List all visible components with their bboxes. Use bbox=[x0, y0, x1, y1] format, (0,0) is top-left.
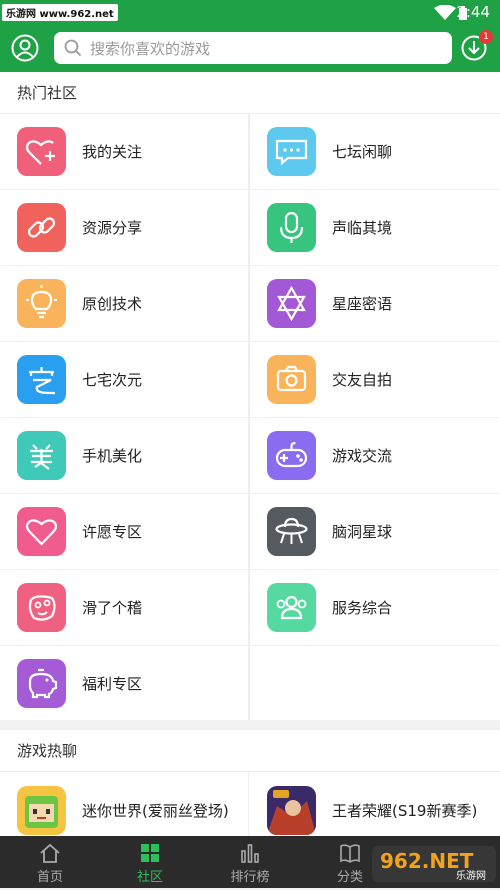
community-label: 福利专区 bbox=[82, 675, 143, 693]
tab-home[interactable]: 首页 bbox=[0, 836, 100, 888]
user-avatar-icon[interactable] bbox=[11, 34, 39, 62]
community-label: 交友自拍 bbox=[332, 371, 393, 389]
mini-world-icon bbox=[17, 786, 66, 835]
tab-label: 社区 bbox=[136, 870, 163, 885]
camera-icon bbox=[267, 355, 316, 404]
community-welfare[interactable]: 福利专区 bbox=[0, 646, 249, 722]
app-header: 搜索你喜欢的游戏 1 bbox=[0, 26, 500, 72]
community-original-tech[interactable]: 原创技术 bbox=[0, 266, 249, 342]
clock: 2:44 bbox=[456, 3, 490, 21]
game-label: 王者荣耀(S19新赛季) bbox=[332, 802, 478, 820]
bar-chart-icon bbox=[241, 844, 259, 863]
community-label: 滑了个稽 bbox=[82, 599, 143, 617]
community-wish[interactable]: 许愿专区 bbox=[0, 494, 249, 570]
community-label: 我的关注 bbox=[82, 143, 143, 161]
community-label: 七坛闲聊 bbox=[332, 143, 393, 161]
status-bar: 乐游网 www.962.net 2:44 bbox=[0, 0, 500, 26]
otaku-icon bbox=[17, 355, 66, 404]
honor-of-kings-icon bbox=[267, 786, 316, 835]
grid-divider bbox=[249, 114, 250, 720]
link-icon bbox=[17, 203, 66, 252]
tab-label: 排行榜 bbox=[230, 870, 270, 885]
community-label: 原创技术 bbox=[82, 295, 143, 313]
community-qitan-chat[interactable]: 七坛闲聊 bbox=[250, 114, 499, 190]
chat-bubble-icon bbox=[267, 127, 316, 176]
logo-brand: 962.NET bbox=[380, 849, 474, 873]
site-logo-watermark: 962.NET 乐游网 bbox=[370, 842, 498, 886]
tab-ranking[interactable]: 排行榜 bbox=[200, 836, 300, 888]
search-icon bbox=[64, 39, 82, 57]
game-item-honor-of-kings[interactable]: 王者荣耀(S19新赛季) bbox=[250, 772, 499, 836]
lightbulb-icon bbox=[17, 279, 66, 328]
community-game-chat[interactable]: 游戏交流 bbox=[250, 418, 499, 494]
tab-label: 首页 bbox=[36, 870, 63, 885]
community-otaku[interactable]: 七宅次元 bbox=[0, 342, 249, 418]
home-icon bbox=[40, 843, 60, 863]
game-item-mini-world[interactable]: 迷你世界(爱丽丝登场) bbox=[0, 772, 249, 836]
community-phone-beauty[interactable]: 手机美化 bbox=[0, 418, 249, 494]
search-bar[interactable]: 搜索你喜欢的游戏 bbox=[54, 32, 452, 64]
heart-plus-icon bbox=[17, 127, 66, 176]
game-chat-title: 游戏热聊 bbox=[0, 730, 500, 772]
gamepad-icon bbox=[267, 431, 316, 480]
community-zodiac[interactable]: 星座密语 bbox=[250, 266, 499, 342]
community-voice[interactable]: 声临其境 bbox=[250, 190, 499, 266]
download-count-badge: 1 bbox=[479, 30, 493, 44]
microphone-icon bbox=[267, 203, 316, 252]
hot-communities-title: 热门社区 bbox=[0, 72, 500, 114]
community-funny[interactable]: 滑了个稽 bbox=[0, 570, 249, 646]
heart-icon bbox=[17, 507, 66, 556]
community-label: 许愿专区 bbox=[82, 523, 143, 541]
wifi-icon bbox=[434, 5, 456, 20]
community-label: 七宅次元 bbox=[82, 371, 143, 389]
community-resource-share[interactable]: 资源分享 bbox=[0, 190, 249, 266]
game-label: 迷你世界(爱丽丝登场) bbox=[82, 802, 229, 820]
ufo-icon bbox=[267, 507, 316, 556]
piggy-bank-icon bbox=[17, 659, 66, 708]
community-label: 服务综合 bbox=[332, 599, 393, 617]
community-my-follow[interactable]: 我的关注 bbox=[0, 114, 249, 190]
community-selfie[interactable]: 交友自拍 bbox=[250, 342, 499, 418]
site-watermark: 乐游网 www.962.net bbox=[2, 4, 118, 21]
star-of-david-icon bbox=[267, 279, 316, 328]
logo-sub: 乐游网 bbox=[456, 869, 486, 882]
grid-icon bbox=[141, 844, 159, 862]
community-grid: 我的关注 七坛闲聊 资源分享 声临其境 原创技术 星座密语 七宅次元 交友自拍 … bbox=[0, 114, 500, 722]
community-label: 声临其境 bbox=[332, 219, 393, 237]
funny-face-icon bbox=[17, 583, 66, 632]
group-icon bbox=[267, 583, 316, 632]
community-label: 游戏交流 bbox=[332, 447, 393, 465]
community-label: 手机美化 bbox=[82, 447, 143, 465]
book-icon bbox=[340, 844, 360, 863]
beauty-icon bbox=[17, 431, 66, 480]
community-brainstorm[interactable]: 脑洞星球 bbox=[250, 494, 499, 570]
community-label: 脑洞星球 bbox=[332, 523, 393, 541]
search-placeholder: 搜索你喜欢的游戏 bbox=[90, 40, 211, 58]
tab-community[interactable]: 社区 bbox=[100, 836, 200, 888]
community-label: 星座密语 bbox=[332, 295, 393, 313]
community-label: 资源分享 bbox=[82, 219, 143, 237]
game-chat-list: 迷你世界(爱丽丝登场) 王者荣耀(S19新赛季) bbox=[0, 772, 500, 836]
community-service[interactable]: 服务综合 bbox=[250, 570, 499, 646]
